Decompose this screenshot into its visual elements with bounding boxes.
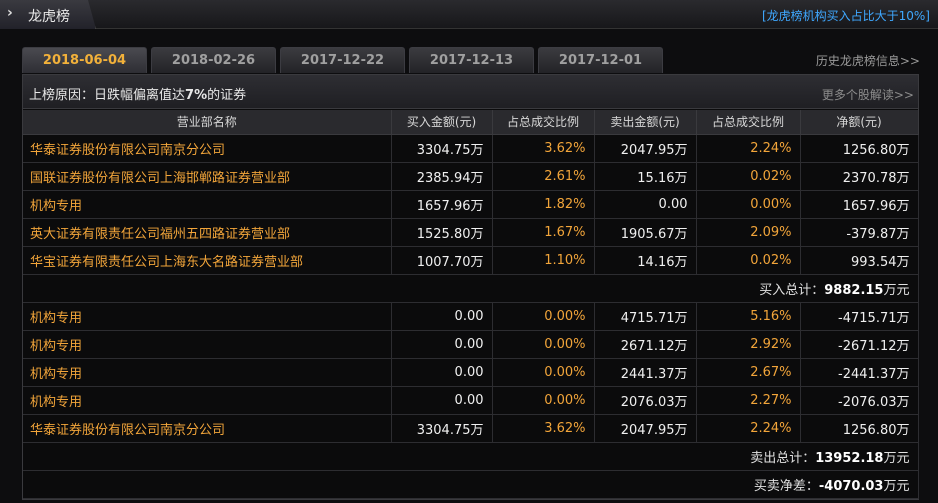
sell-amount: 14.16万 [594, 246, 697, 275]
billboard-panel: 上榜原因：日跌幅偏离值达7%的证券 更多个股解读>> 营业部名称 买入金额(元)… [22, 74, 919, 500]
buy-amount: 3304.75万 [391, 134, 493, 163]
buy-ratio: 3.62% [492, 414, 595, 443]
tab-date-0[interactable]: 2018-06-04 [22, 47, 147, 73]
sell-ratio: 0.02% [696, 246, 801, 275]
reason-bar: 上榜原因：日跌幅偏离值达7%的证券 更多个股解读>> [23, 75, 918, 109]
table-row: 机构专用 0.00 0.00% 2076.03万 2.27% -2076.03万 [23, 386, 919, 415]
chevron-right-icon: › [7, 5, 13, 21]
buy-amount: 1525.80万 [391, 218, 493, 247]
sell-amount: 2047.95万 [594, 134, 697, 163]
sell-total-row: 卖出总计：13952.18万元 [23, 442, 919, 471]
branch-name[interactable]: 机构专用 [23, 386, 392, 415]
net-amount: -2671.12万 [800, 330, 919, 359]
col-header-sell: 卖出金额(元) [594, 110, 697, 135]
buy-ratio: 2.61% [492, 162, 595, 191]
net-total-row: 买卖净差：-4070.03万元 [23, 470, 919, 499]
branch-name[interactable]: 英大证券有限责任公司福州五四路证券营业部 [23, 218, 392, 247]
branch-name[interactable]: 华宝证券有限责任公司上海东大名路证券营业部 [23, 246, 392, 275]
buy-ratio: 0.00% [492, 302, 595, 331]
sell-amount: 2671.12万 [594, 330, 697, 359]
table-row: 华宝证券有限责任公司上海东大名路证券营业部 1007.70万 1.10% 14.… [23, 246, 919, 275]
col-header-buy: 买入金额(元) [391, 110, 493, 135]
sell-ratio: 2.67% [696, 358, 801, 387]
col-header-net: 净额(元) [800, 110, 919, 135]
buy-ratio: 0.00% [492, 330, 595, 359]
branch-name[interactable]: 机构专用 [23, 358, 392, 387]
net-amount: 1657.96万 [800, 190, 919, 219]
table-row: 英大证券有限责任公司福州五四路证券营业部 1525.80万 1.67% 1905… [23, 218, 919, 247]
buy-amount: 0.00 [391, 386, 493, 415]
sell-amount: 0.00 [594, 190, 697, 219]
branch-name[interactable]: 华泰证券股份有限公司南京分公司 [23, 414, 392, 443]
sell-amount: 2076.03万 [594, 386, 697, 415]
net-total: 买卖净差：-4070.03万元 [23, 470, 919, 499]
more-analysis-link[interactable]: 更多个股解读>> [822, 86, 914, 103]
sell-ratio: 2.09% [696, 218, 801, 247]
sell-ratio: 2.92% [696, 330, 801, 359]
institution-filter-link[interactable]: [龙虎榜机构买入占比大于10%] [762, 7, 930, 24]
tab-date-4[interactable]: 2017-12-01 [538, 47, 663, 73]
buy-amount: 1657.96万 [391, 190, 493, 219]
branch-name[interactable]: 机构专用 [23, 190, 392, 219]
sell-ratio: 0.00% [696, 190, 801, 219]
buy-ratio: 0.00% [492, 386, 595, 415]
sell-ratio: 2.24% [696, 134, 801, 163]
buy-ratio: 1.82% [492, 190, 595, 219]
col-header-sell-ratio: 占总成交比例 [696, 110, 801, 135]
tab-date-3[interactable]: 2017-12-13 [409, 47, 534, 73]
reason-text: 上榜原因：日跌幅偏离值达7%的证券 [29, 88, 247, 103]
sell-ratio: 5.16% [696, 302, 801, 331]
branch-name[interactable]: 国联证券股份有限公司上海邯郸路证券营业部 [23, 162, 392, 191]
net-amount: -2076.03万 [800, 386, 919, 415]
buy-ratio: 0.00% [492, 358, 595, 387]
sell-ratio: 2.27% [696, 386, 801, 415]
page-title: 龙虎榜 [28, 9, 70, 25]
trading-table: 营业部名称 买入金额(元) 占总成交比例 卖出金额(元) 占总成交比例 净额(元… [23, 110, 919, 499]
table-row: 国联证券股份有限公司上海邯郸路证券营业部 2385.94万 2.61% 15.1… [23, 162, 919, 191]
net-amount: 993.54万 [800, 246, 919, 275]
net-amount: 1256.80万 [800, 414, 919, 443]
net-amount: 2370.78万 [800, 162, 919, 191]
branch-name[interactable]: 机构专用 [23, 302, 392, 331]
branch-name[interactable]: 机构专用 [23, 330, 392, 359]
buy-ratio: 1.67% [492, 218, 595, 247]
buy-amount: 0.00 [391, 358, 493, 387]
sell-amount: 2047.95万 [594, 414, 697, 443]
buy-amount: 0.00 [391, 330, 493, 359]
col-header-buy-ratio: 占总成交比例 [492, 110, 595, 135]
buy-amount: 2385.94万 [391, 162, 493, 191]
tab-date-2[interactable]: 2017-12-22 [280, 47, 405, 73]
sell-total: 卖出总计：13952.18万元 [23, 442, 919, 471]
table-row: 机构专用 1657.96万 1.82% 0.00 0.00% 1657.96万 [23, 190, 919, 219]
sell-ratio: 0.02% [696, 162, 801, 191]
branch-name[interactable]: 华泰证券股份有限公司南京分公司 [23, 134, 392, 163]
net-amount: -4715.71万 [800, 302, 919, 331]
table-row: 华泰证券股份有限公司南京分公司 3304.75万 3.62% 2047.95万 … [23, 414, 919, 443]
table-row: 机构专用 0.00 0.00% 2671.12万 2.92% -2671.12万 [23, 330, 919, 359]
net-amount: -379.87万 [800, 218, 919, 247]
buy-amount: 0.00 [391, 302, 493, 331]
sell-amount: 1905.67万 [594, 218, 697, 247]
buy-total-row: 买入总计：9882.15万元 [23, 274, 919, 303]
net-amount: 1256.80万 [800, 134, 919, 163]
sell-amount: 15.16万 [594, 162, 697, 191]
table-header: 营业部名称 买入金额(元) 占总成交比例 卖出金额(元) 占总成交比例 净额(元… [23, 110, 919, 135]
buy-amount: 3304.75万 [391, 414, 493, 443]
table-row: 机构专用 0.00 0.00% 4715.71万 5.16% -4715.71万 [23, 302, 919, 331]
table-row: 机构专用 0.00 0.00% 2441.37万 2.67% -2441.37万 [23, 358, 919, 387]
buy-ratio: 1.10% [492, 246, 595, 275]
sell-amount: 4715.71万 [594, 302, 697, 331]
tab-date-1[interactable]: 2018-02-26 [151, 47, 276, 73]
buy-amount: 1007.70万 [391, 246, 493, 275]
header-bar: › 龙虎榜 [龙虎榜机构买入占比大于10%] [0, 0, 938, 29]
buy-ratio: 3.62% [492, 134, 595, 163]
net-amount: -2441.37万 [800, 358, 919, 387]
sell-amount: 2441.37万 [594, 358, 697, 387]
sell-ratio: 2.24% [696, 414, 801, 443]
title-tab: › 龙虎榜 [0, 0, 96, 29]
table-row: 华泰证券股份有限公司南京分公司 3304.75万 3.62% 2047.95万 … [23, 134, 919, 163]
buy-total: 买入总计：9882.15万元 [23, 274, 919, 303]
col-header-name: 营业部名称 [23, 110, 392, 135]
history-link[interactable]: 历史龙虎榜信息>> [816, 52, 920, 69]
